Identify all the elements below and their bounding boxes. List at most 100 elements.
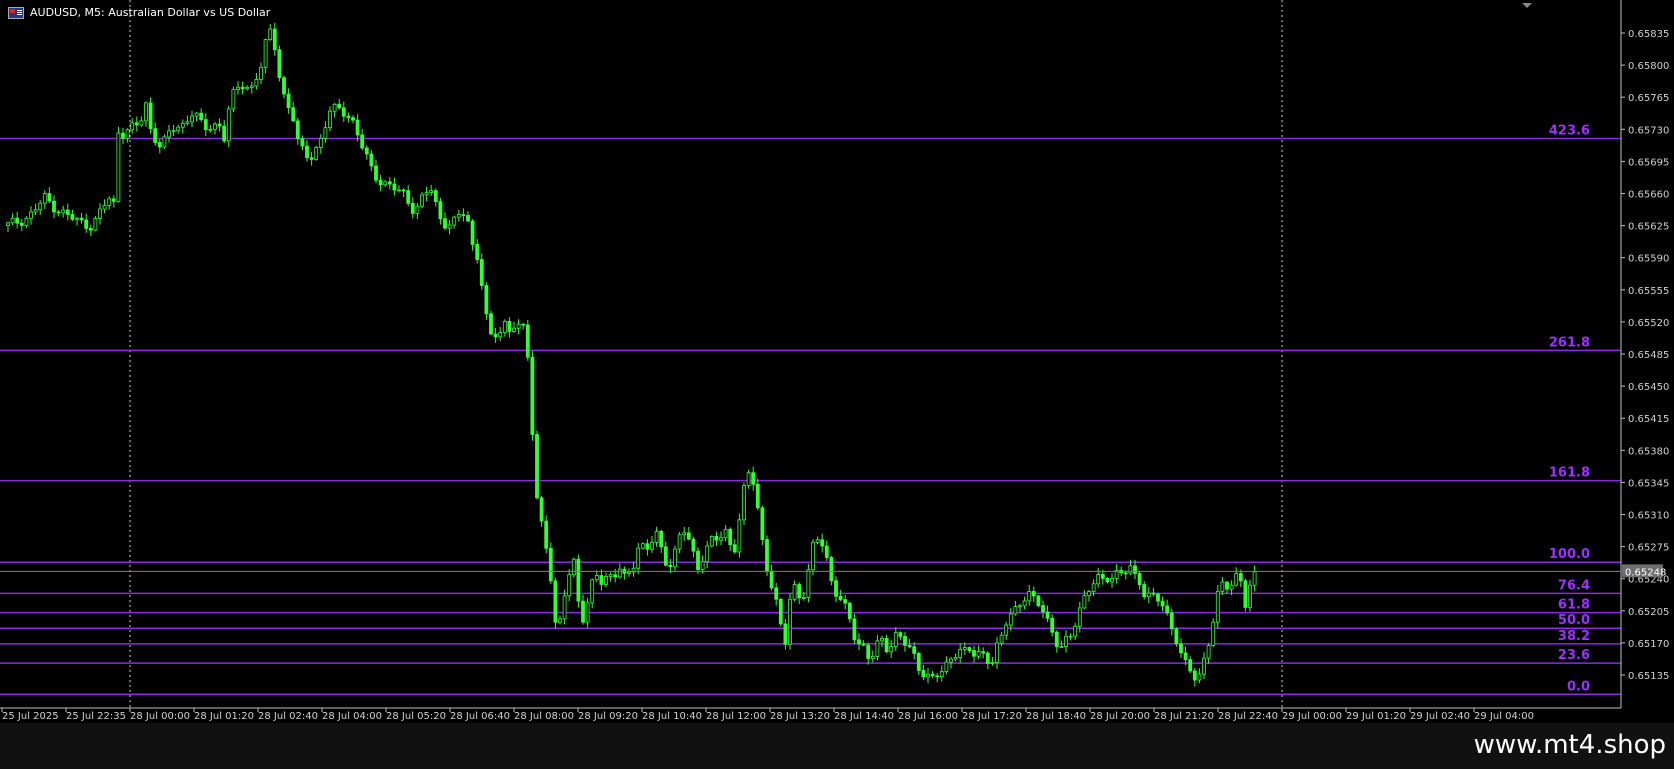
price-tick-label: 0.65835 — [1628, 29, 1669, 40]
candle-body — [640, 543, 645, 549]
candle-body — [1146, 592, 1151, 598]
candle-body — [599, 575, 604, 585]
price-tick-label: 0.65310 — [1628, 511, 1669, 522]
candle-body — [1169, 612, 1174, 630]
candle-body — [861, 643, 866, 646]
candle-body — [967, 647, 972, 652]
candle-body — [769, 570, 774, 589]
time-tick-label: 28 Jul 16:00 — [898, 711, 958, 722]
time-tick-label: 28 Jul 20:00 — [1090, 711, 1150, 722]
time-tick-label: 28 Jul 09:20 — [578, 711, 638, 722]
time-tick-label: 28 Jul 21:20 — [1154, 711, 1214, 722]
candle-body — [369, 153, 374, 167]
candle-body — [755, 483, 760, 509]
candle-body — [705, 545, 710, 563]
candle-body — [355, 119, 360, 136]
candle-body — [939, 671, 944, 678]
fib-level-label: 100.0 — [1549, 547, 1590, 562]
candle-body — [1151, 592, 1156, 595]
candle-body — [594, 575, 599, 581]
candle-body — [429, 190, 434, 193]
candle-body — [1013, 606, 1018, 615]
price-tick-label: 0.65625 — [1628, 222, 1669, 233]
candle-body — [144, 102, 148, 122]
price-chart[interactable]: 423.6 261.8 161.8 100.0 76.4 61.850.038.2 23.6… — [0, 0, 1674, 723]
candle-body — [1022, 600, 1027, 607]
candle-body — [111, 198, 116, 202]
time-tick-label: 28 Jul 08:00 — [514, 711, 574, 722]
candle-body — [1027, 591, 1032, 602]
candle-body — [1206, 645, 1211, 659]
candle-body — [1082, 595, 1087, 609]
price-tick-label: 0.65450 — [1628, 382, 1669, 393]
candle-body — [240, 86, 245, 90]
candle-body — [949, 658, 953, 663]
candle-body — [806, 569, 811, 598]
candle-body — [107, 198, 112, 206]
candle-body — [176, 126, 181, 132]
candle-body — [383, 181, 388, 186]
time-tick-label: 28 Jul 06:40 — [450, 711, 510, 722]
price-tick-label: 0.65730 — [1628, 125, 1669, 136]
candle-body — [737, 519, 742, 553]
candle-body — [351, 117, 355, 121]
candle-body — [834, 580, 838, 597]
candle-body — [1045, 611, 1050, 619]
candle-body — [636, 547, 641, 569]
candle-body — [208, 128, 213, 131]
price-tick-label: 0.65800 — [1628, 61, 1669, 72]
candle-body — [792, 584, 797, 600]
candle-body — [6, 222, 10, 227]
candle-body — [617, 568, 622, 578]
candle-body — [498, 332, 503, 338]
time-tick-label: 28 Jul 10:40 — [642, 711, 702, 722]
candle-body — [1220, 581, 1225, 592]
candle-body — [130, 122, 135, 131]
candle-body — [1238, 573, 1243, 582]
candle-body — [337, 103, 342, 109]
candle-body — [272, 28, 277, 51]
candle-body — [659, 530, 664, 548]
candle-body — [898, 632, 903, 637]
candle-body — [456, 214, 461, 218]
candle-body — [1137, 573, 1142, 585]
candle-body — [447, 224, 452, 229]
candle-body — [686, 532, 691, 540]
price-tick-label: 0.65485 — [1628, 350, 1669, 361]
candle-body — [346, 115, 351, 118]
candle-body — [15, 217, 20, 224]
candle-body — [889, 646, 894, 653]
candle-body — [259, 66, 263, 80]
candle-body — [1133, 565, 1137, 574]
candle-body — [1225, 581, 1229, 590]
current-price-label: 0.65248 — [1625, 567, 1666, 578]
candle-body — [521, 323, 526, 326]
candle-body — [1192, 670, 1197, 681]
candle-body — [263, 39, 268, 68]
candle-body — [157, 142, 162, 148]
candle-body — [24, 217, 29, 226]
candle-body — [125, 129, 130, 139]
candle-body — [1215, 590, 1220, 623]
candle-body — [682, 532, 687, 536]
candle-body — [452, 216, 457, 226]
candle-body — [677, 534, 682, 550]
candle-body — [1064, 635, 1068, 647]
candle-body — [663, 546, 668, 566]
candle-body — [1041, 605, 1045, 613]
candle-body — [484, 285, 489, 315]
candle-body — [33, 209, 38, 213]
candle-body — [300, 138, 305, 147]
candle-body — [479, 259, 484, 286]
footer-bar — [0, 723, 1674, 769]
candle-body — [691, 538, 696, 552]
candle-body — [516, 323, 521, 329]
price-tick-label: 0.65205 — [1628, 607, 1669, 618]
candle-body — [153, 128, 158, 143]
candle-body — [203, 119, 208, 131]
candle-body — [912, 646, 917, 654]
candle-body — [1087, 591, 1091, 597]
candle-body — [332, 103, 337, 112]
candle-body — [387, 181, 392, 185]
fib-level-label: 38.2 — [1558, 629, 1590, 644]
